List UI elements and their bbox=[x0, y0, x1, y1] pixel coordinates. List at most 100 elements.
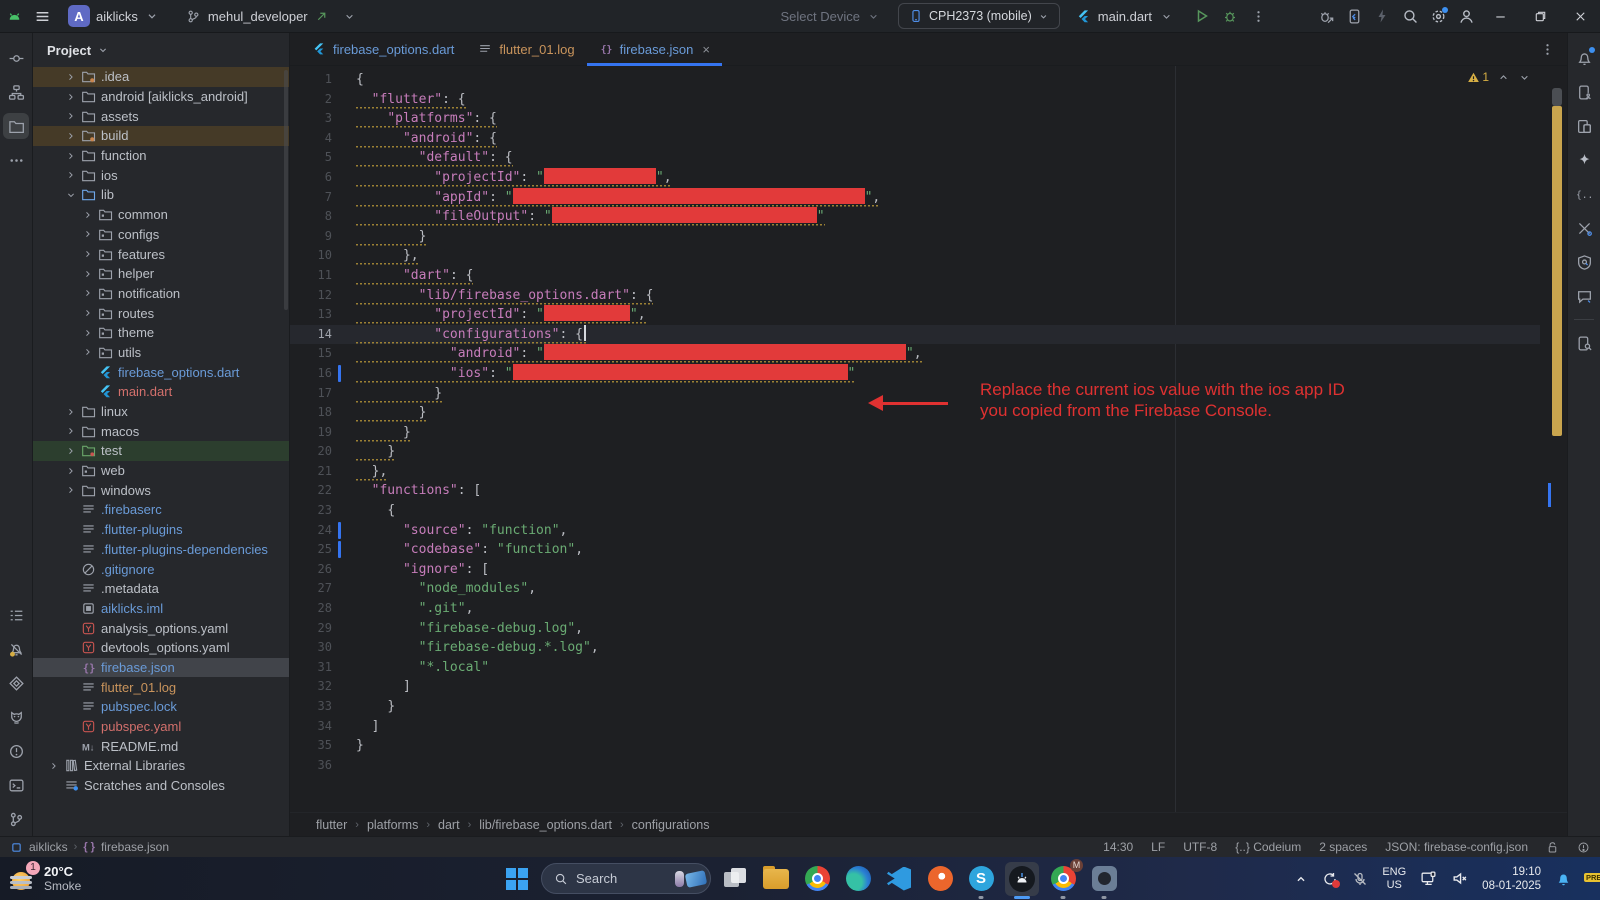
code-line-1[interactable]: 1{ bbox=[290, 70, 1540, 90]
tree-item-linux[interactable]: linux bbox=[33, 402, 289, 422]
tree-item-.metadata[interactable]: .metadata bbox=[33, 579, 289, 599]
select-device-chevron-icon[interactable] bbox=[860, 3, 888, 29]
code-line-34[interactable]: 34 ] bbox=[290, 717, 1540, 737]
code-line-13[interactable]: 13 "projectId": "", bbox=[290, 305, 1540, 325]
code-line-36[interactable]: 36 bbox=[290, 756, 1540, 776]
breadcrumb-item[interactable]: platforms bbox=[367, 818, 418, 832]
code-line-33[interactable]: 33 } bbox=[290, 697, 1540, 717]
tray-volume-muted-icon[interactable] bbox=[1451, 870, 1468, 887]
gemini-icon[interactable] bbox=[1571, 147, 1597, 173]
run-button[interactable] bbox=[1188, 3, 1216, 29]
file-explorer-icon[interactable] bbox=[759, 862, 793, 896]
status-item[interactable]: 14:30 bbox=[1103, 840, 1133, 854]
tree-chevron-icon[interactable] bbox=[45, 760, 62, 772]
code-line-35[interactable]: 35} bbox=[290, 736, 1540, 756]
run-more-icon[interactable] bbox=[1244, 3, 1272, 29]
copilot-cat-icon[interactable] bbox=[3, 704, 29, 730]
window-close-button[interactable] bbox=[1560, 0, 1600, 33]
tree-item-lib[interactable]: lib bbox=[33, 185, 289, 205]
branch-push-icon[interactable] bbox=[308, 3, 336, 29]
assistant-chat-icon[interactable] bbox=[1571, 283, 1597, 309]
device-explorer-icon[interactable] bbox=[1571, 330, 1597, 356]
window-restore-button[interactable] bbox=[1520, 0, 1560, 33]
tree-item-configs[interactable]: configs bbox=[33, 225, 289, 245]
tree-item-pubspec.yaml[interactable]: pubspec.yaml bbox=[33, 717, 289, 737]
tree-chevron-icon[interactable] bbox=[79, 307, 96, 319]
tree-chevron-icon[interactable] bbox=[79, 228, 96, 240]
tree-item-android-aiklicks-android-[interactable]: android [aiklicks_android] bbox=[33, 87, 289, 107]
code-line-6[interactable]: 6 "projectId": "", bbox=[290, 168, 1540, 188]
tree-chevron-icon[interactable] bbox=[62, 189, 79, 201]
debug-button[interactable] bbox=[1216, 3, 1244, 29]
code-line-23[interactable]: 23 { bbox=[290, 501, 1540, 521]
code-line-21[interactable]: 21 }, bbox=[290, 462, 1540, 482]
notifications-muted-icon[interactable] bbox=[3, 636, 29, 662]
project-scrollbar[interactable] bbox=[284, 70, 288, 310]
code-line-2[interactable]: 2 "flutter": { bbox=[290, 90, 1540, 110]
power-save-icon[interactable] bbox=[1368, 3, 1396, 29]
start-button[interactable] bbox=[500, 862, 534, 896]
flutter-inspector-icon[interactable] bbox=[3, 670, 29, 696]
tray-display-icon[interactable] bbox=[1420, 870, 1437, 887]
branch-name[interactable]: mehul_developer bbox=[208, 9, 308, 24]
tree-item-web[interactable]: web bbox=[33, 461, 289, 481]
running-devices-icon[interactable] bbox=[1571, 113, 1597, 139]
tree-item-theme[interactable]: theme bbox=[33, 323, 289, 343]
tree-item-function[interactable]: function bbox=[33, 146, 289, 166]
code-line-3[interactable]: 3 "platforms": { bbox=[290, 109, 1540, 129]
tree-item-.idea[interactable]: .idea bbox=[33, 67, 289, 87]
next-issue-icon[interactable] bbox=[1518, 71, 1531, 84]
tree-item-routes[interactable]: routes bbox=[33, 303, 289, 323]
tree-item-windows[interactable]: windows bbox=[33, 480, 289, 500]
breadcrumb-item[interactable]: lib/firebase_options.dart bbox=[479, 818, 612, 832]
tree-chevron-icon[interactable] bbox=[79, 248, 96, 260]
tree-chevron-icon[interactable] bbox=[62, 71, 79, 83]
tray-chevron-icon[interactable] bbox=[1294, 872, 1308, 886]
code-line-20[interactable]: 20 } bbox=[290, 442, 1540, 462]
tree-chevron-icon[interactable] bbox=[79, 327, 96, 339]
editor-scrollbar-thumb[interactable] bbox=[1552, 88, 1562, 106]
project-folder-icon[interactable] bbox=[3, 113, 29, 139]
code-line-28[interactable]: 28 ".git", bbox=[290, 599, 1540, 619]
problems-icon[interactable] bbox=[3, 738, 29, 764]
breadcrumb-item[interactable]: configurations bbox=[632, 818, 710, 832]
tree-item-flutter-01.log[interactable]: flutter_01.log bbox=[33, 677, 289, 697]
tree-item-helper[interactable]: helper bbox=[33, 264, 289, 284]
tree-chevron-icon[interactable] bbox=[79, 287, 96, 299]
status-file[interactable]: firebase.json bbox=[101, 840, 169, 854]
device-mirror-icon[interactable] bbox=[1340, 3, 1368, 29]
project-chevron-icon[interactable] bbox=[138, 3, 166, 29]
project-name[interactable]: aiklicks bbox=[96, 9, 138, 24]
tree-chevron-icon[interactable] bbox=[62, 110, 79, 122]
window-minimize-button[interactable] bbox=[1480, 0, 1520, 33]
run-config-chevron-icon[interactable] bbox=[1152, 3, 1180, 29]
tab-options-icon[interactable] bbox=[1540, 33, 1555, 66]
status-info-icon[interactable] bbox=[1577, 841, 1590, 854]
code-line-5[interactable]: 5 "default": { bbox=[290, 148, 1540, 168]
tree-item-macos[interactable]: macos bbox=[33, 421, 289, 441]
tree-item-readme.md[interactable]: M↓README.md bbox=[33, 736, 289, 756]
taskbar-search[interactable]: Search bbox=[541, 863, 711, 894]
code-line-26[interactable]: 26 "ignore": [ bbox=[290, 560, 1540, 580]
terminal-icon[interactable] bbox=[3, 772, 29, 798]
tree-item-test[interactable]: test bbox=[33, 441, 289, 461]
taskview-icon[interactable] bbox=[718, 862, 752, 896]
code-line-9[interactable]: 9 } bbox=[290, 227, 1540, 247]
postman-icon[interactable] bbox=[923, 862, 957, 896]
tree-item-external-libraries[interactable]: External Libraries bbox=[33, 756, 289, 776]
project-panel-header[interactable]: Project bbox=[33, 33, 289, 67]
tree-chevron-icon[interactable] bbox=[62, 150, 79, 162]
more-tools-icon[interactable] bbox=[3, 147, 29, 173]
status-item[interactable]: 2 spaces bbox=[1319, 840, 1367, 854]
settings-gear-icon[interactable] bbox=[1424, 3, 1452, 29]
run-config[interactable]: main.dart bbox=[1098, 9, 1152, 24]
structure-braces-icon[interactable]: {...} bbox=[1571, 181, 1597, 207]
tree-item-.firebaserc[interactable]: .firebaserc bbox=[33, 500, 289, 520]
todo-icon[interactable] bbox=[3, 602, 29, 628]
code-line-27[interactable]: 27 "node_modules", bbox=[290, 579, 1540, 599]
tab-flutter-01.log[interactable]: flutter_01.log bbox=[466, 33, 586, 65]
tree-item-main.dart[interactable]: main.dart bbox=[33, 382, 289, 402]
app-insights-icon[interactable] bbox=[1571, 249, 1597, 275]
obs-icon[interactable] bbox=[1087, 862, 1121, 896]
code-line-32[interactable]: 32 ] bbox=[290, 677, 1540, 697]
